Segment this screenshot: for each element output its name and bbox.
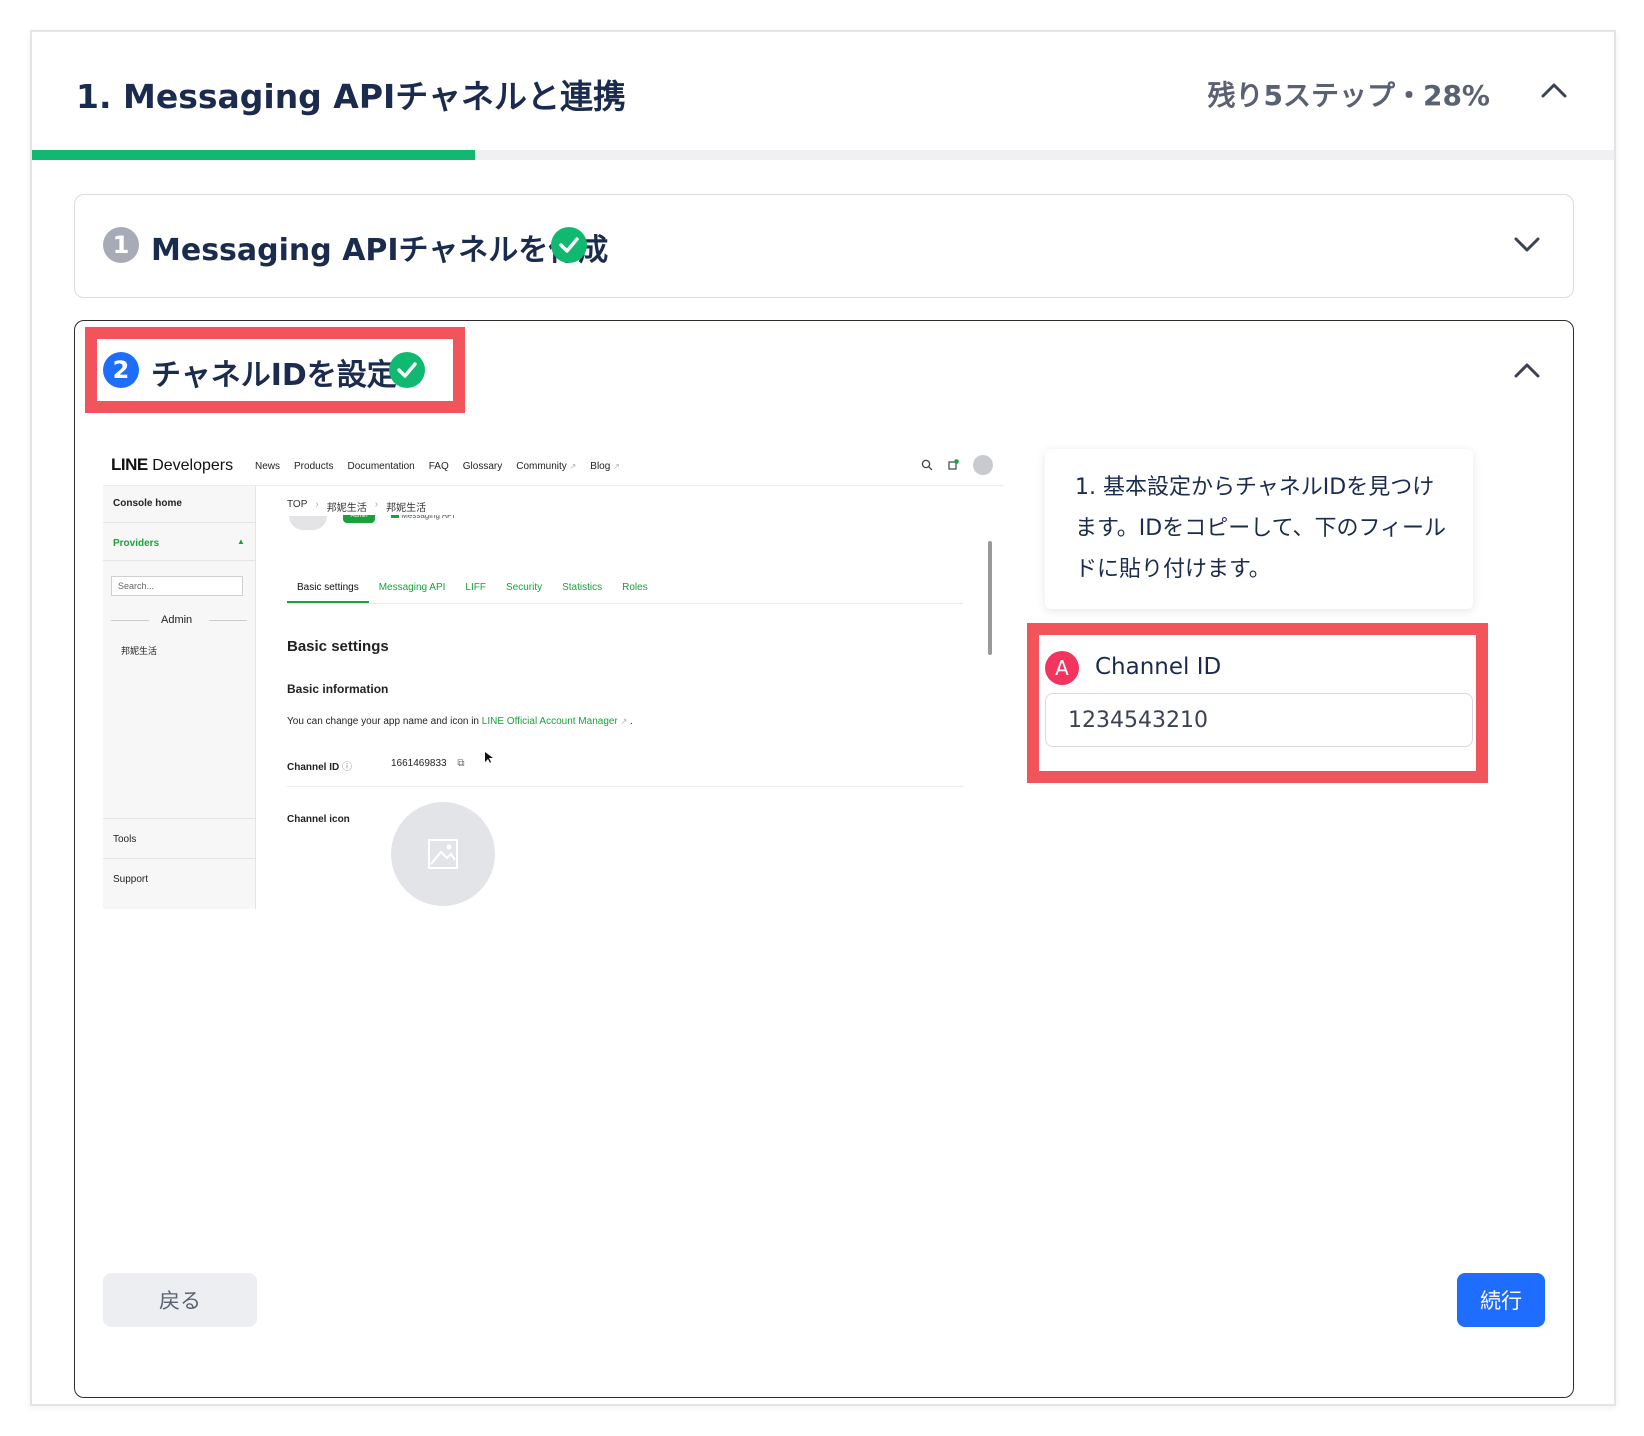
chevron-down-icon [1514, 237, 1540, 252]
sidebar-item-support: Support [113, 874, 149, 885]
tab-liff: LIFF [465, 582, 486, 593]
caret-up-icon: ▲ [237, 537, 245, 546]
channel-type: Messaging API [391, 515, 455, 523]
channel-id-input[interactable] [1045, 693, 1473, 747]
channel-id-field-label: Channel ID [1095, 654, 1222, 680]
collapse-card-button[interactable] [1534, 70, 1574, 110]
avatar [973, 455, 993, 475]
check-icon [389, 352, 425, 388]
tab-messaging-api: Messaging API [378, 582, 446, 593]
sidebar-item-providers: Providers [113, 538, 160, 549]
image-icon [428, 839, 458, 869]
collapse-step-2-button[interactable] [1507, 350, 1547, 390]
progress-bar [32, 150, 1614, 160]
nav-item: FAQ [428, 461, 449, 472]
tab-security: Security [505, 582, 543, 593]
channel-icon-label: Channel icon [287, 814, 350, 825]
tab-statistics: Statistics [562, 582, 603, 593]
console-nav: News Products Documentation FAQ Glossary… [255, 461, 620, 472]
breadcrumb: TOP › 邦妮生活 › 邦妮生活 [287, 499, 427, 514]
step-1-title: Messaging APIチャネルを作成 [151, 233, 609, 268]
sidebar-item-tools: Tools [113, 834, 137, 845]
step-2-title: チャネルIDを設定 [151, 358, 397, 393]
line-developers-logo: LINE Developers [111, 455, 234, 474]
step-2-number: 2 [103, 352, 139, 388]
external-link-icon: ↗ [569, 462, 577, 471]
chevron-up-icon [1514, 363, 1540, 378]
channel-icon-placeholder [391, 802, 495, 906]
back-button[interactable]: 戻る [103, 1273, 257, 1327]
admin-badge: Admin [343, 515, 375, 523]
nav-item: Community ↗ [516, 461, 577, 472]
subsection-title: Basic information [287, 682, 389, 696]
tab-roles: Roles [622, 582, 648, 593]
copy-icon: ⧉ [457, 758, 465, 769]
progress-text: 残り5ステップ・28% [1207, 79, 1490, 112]
nav-item: News [255, 461, 281, 472]
sidebar-item-console-home: Console home [113, 498, 182, 509]
nav-item: Glossary [462, 461, 503, 472]
info-icon: ⓘ [342, 762, 353, 773]
section-title: Basic settings [287, 638, 389, 655]
step-1-number: 1 [103, 227, 139, 263]
console-top-icons [921, 455, 993, 475]
chevron-up-icon [1541, 83, 1567, 98]
card-title: 1. Messaging APIチャネルと連携 [76, 77, 626, 116]
instruction-card: 1. 基本設定からチャネルIDを見つけます。IDをコピーして、下のフィールドに貼… [1045, 449, 1473, 609]
expand-step-1-button[interactable] [1507, 225, 1547, 265]
sidebar-admin-label: Admin [161, 614, 193, 626]
sidebar-search: Search... [111, 576, 243, 596]
tab-basic-settings: Basic settings [287, 582, 369, 603]
channel-avatar [289, 516, 327, 530]
channel-id-label: Channel ID ⓘ [287, 762, 353, 773]
search-icon [921, 459, 933, 471]
console-topbar: LINE Developers News Products Documentat… [103, 449, 1003, 486]
step-2-panel: 2 チャネルIDを設定 LINE Developers News Product… [74, 320, 1574, 1398]
info-text: You can change your app name and icon in… [287, 716, 633, 727]
nav-item: Products [294, 461, 334, 472]
instruction-text: 1. 基本設定からチャネルIDを見つけます。IDをコピーして、下のフィールドに貼… [1075, 475, 1447, 582]
sidebar-provider: 邦妮生活 [121, 646, 158, 656]
console-screenshot: LINE Developers News Products Documentat… [103, 449, 1003, 909]
nav-item: Documentation [347, 461, 415, 472]
scrollbar [988, 541, 992, 655]
external-link-icon: ↗ [613, 462, 620, 471]
step-1-panel[interactable]: 1 Messaging APIチャネルを作成 [74, 194, 1574, 298]
bell-icon [948, 459, 959, 470]
setup-card: 1. Messaging APIチャネルと連携 残り5ステップ・28% 1 Me… [30, 30, 1616, 1406]
console-sidebar: Console home Providers ▲ Search... Admin… [103, 486, 256, 909]
check-icon [551, 227, 587, 263]
nav-item: Blog ↗ [590, 461, 620, 472]
channel-id-value: 1661469833 ⧉ [391, 758, 465, 769]
cursor-icon [485, 752, 493, 763]
console-tabs: Basic settings Messaging API LIFF Securi… [287, 582, 658, 603]
external-link-icon: ↗ [620, 717, 628, 726]
progress-bar-fill [32, 150, 475, 160]
field-marker-badge: A [1045, 651, 1079, 685]
continue-button[interactable]: 続行 [1457, 1273, 1545, 1327]
console-main: TOP › 邦妮生活 › 邦妮生活 Admin Messaging API Basi… [287, 486, 987, 909]
